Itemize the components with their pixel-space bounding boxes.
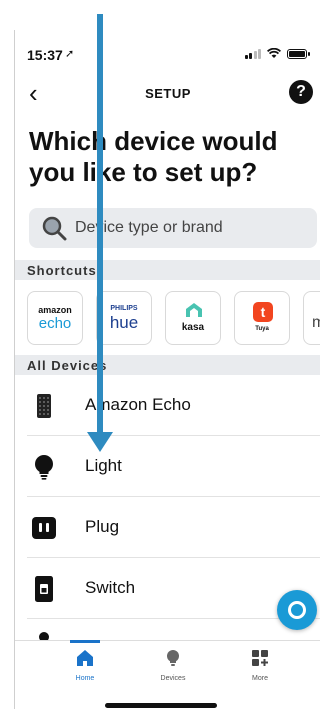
grid-plus-icon <box>252 650 268 666</box>
shortcuts-label: Shortcuts <box>27 263 97 278</box>
status-bar: 15:37 ➚ <box>15 30 320 74</box>
kasa-logo-icon <box>186 303 202 317</box>
light-bulb-icon <box>35 455 53 480</box>
header: ‹ SETUP ? <box>15 78 320 112</box>
battery-icon <box>287 49 310 59</box>
shortcut-kasa-label: kasa <box>181 322 205 333</box>
shortcuts-row: amazon echo PHILIPS hue kasa t Tuya m <box>27 291 320 345</box>
tab-label: Devices <box>160 675 186 682</box>
search-input[interactable]: Device type or brand <box>29 208 317 248</box>
tuya-logo-icon: t <box>253 302 273 322</box>
shortcut-philips-hue[interactable]: PHILIPS hue <box>96 291 152 345</box>
location-arrow-icon: ➚ <box>65 48 75 60</box>
signal-icon <box>244 49 261 59</box>
tab-bar: Home Devices More <box>15 640 320 709</box>
page-title: SETUP <box>145 86 191 101</box>
tab-devices[interactable]: Devices <box>143 649 203 682</box>
list-item-label: Switch <box>85 578 136 597</box>
all-devices-label: All Devices <box>27 358 108 373</box>
tab-label: Home <box>75 675 95 682</box>
bulb-icon <box>167 650 179 666</box>
shortcuts-header: Shortcuts <box>15 260 320 280</box>
shortcut-partial-label: m <box>312 314 320 332</box>
search-placeholder: Device type or brand <box>75 219 223 236</box>
switch-icon <box>35 576 53 602</box>
phone-screen: 15:37 ➚ ‹ SETUP ? Which device would you… <box>14 30 320 709</box>
home-icon <box>77 650 93 666</box>
home-indicator <box>105 703 217 708</box>
shortcut-amazon-echo[interactable]: amazon echo <box>27 291 83 345</box>
tab-more[interactable]: More <box>230 649 290 682</box>
shortcut-echo-line1: amazon <box>38 305 72 315</box>
tab-active-indicator <box>70 640 100 643</box>
headline: Which device would you like to set up? <box>29 126 278 187</box>
search-icon <box>42 216 67 241</box>
status-indicators <box>244 48 310 59</box>
alexa-voice-button[interactable] <box>277 590 317 630</box>
list-item-label: Light <box>85 456 122 475</box>
list-item-amazon-echo[interactable]: Amazon Echo <box>27 375 320 436</box>
shortcut-hue-line2: hue <box>109 313 139 332</box>
list-item-label: Plug <box>85 517 120 536</box>
list-item-label: Amazon Echo <box>85 395 191 414</box>
tab-home[interactable]: Home <box>55 640 115 682</box>
list-item-light[interactable]: Light <box>27 436 320 497</box>
plug-icon <box>32 517 56 539</box>
help-button[interactable]: ? <box>289 80 313 104</box>
shortcut-partial[interactable]: m <box>303 291 320 345</box>
status-time: 15:37 <box>27 47 63 63</box>
wifi-icon <box>267 48 281 58</box>
shortcut-tuya-label: Tuya <box>255 326 269 332</box>
list-item-plug[interactable]: Plug <box>27 497 320 558</box>
echo-speaker-icon <box>37 394 51 418</box>
device-list: Amazon Echo Light Plug Switch <box>15 375 320 649</box>
shortcut-echo-line2: echo <box>38 315 72 332</box>
caption <box>0 0 320 30</box>
shortcut-kasa[interactable]: kasa <box>165 291 221 345</box>
tab-label: More <box>252 675 268 682</box>
all-devices-header: All Devices <box>15 355 320 375</box>
shortcut-hue-line1: PHILIPS <box>110 305 138 312</box>
shortcut-tuya[interactable]: t Tuya <box>234 291 290 345</box>
